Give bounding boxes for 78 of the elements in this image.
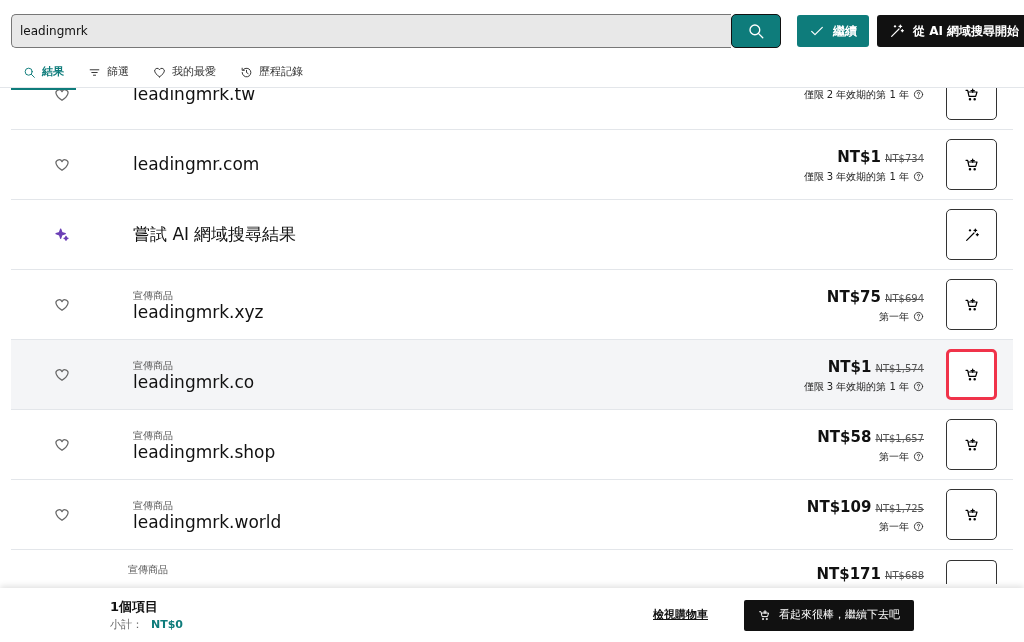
add-to-cart-button[interactable] xyxy=(946,139,997,190)
help-icon[interactable] xyxy=(913,381,924,392)
result-row[interactable]: 宣傳商品 leadingmrk.shop NT$58 NT$1,657 第一年 xyxy=(11,410,1013,480)
add-to-cart-button[interactable] xyxy=(946,279,997,330)
promo-label: 宣傳商品 xyxy=(133,358,174,373)
add-to-cart-button[interactable] xyxy=(946,419,997,470)
domain-name: leadingmrk.shop xyxy=(133,442,277,462)
promo-label: 宣傳商品 xyxy=(133,498,174,513)
promo-label: 宣傳商品 xyxy=(128,563,169,577)
heart-icon[interactable] xyxy=(54,156,70,173)
add-to-cart-button[interactable] xyxy=(946,489,997,540)
domain-name: leadingmr.com xyxy=(133,155,261,174)
price-term: 第一年 xyxy=(879,450,909,464)
price: NT$75 xyxy=(826,288,881,306)
price: NT$1 xyxy=(837,148,881,166)
search-icon xyxy=(747,22,765,40)
search-button[interactable] xyxy=(731,14,781,48)
original-price: NT$688 xyxy=(884,570,924,581)
domain-name: leadingmrk.tw xyxy=(133,88,257,104)
cart-icon xyxy=(963,296,980,313)
original-price: NT$1,725 xyxy=(875,503,924,514)
domain-name: leadingmrk.co xyxy=(133,372,256,392)
domain-name: leadingmrk.xyz xyxy=(133,302,265,322)
cart-icon xyxy=(963,436,980,453)
heart-icon[interactable] xyxy=(54,296,70,313)
wand-icon xyxy=(963,226,980,243)
sparkle-icon xyxy=(54,226,70,243)
price-term: 僅限 3 年效期的第 1 年 xyxy=(803,380,909,394)
price-term: 僅限 3 年效期的第 1 年 xyxy=(803,170,909,184)
price: NT$109 xyxy=(806,498,872,516)
help-icon[interactable] xyxy=(913,89,924,100)
domain-name: leadingmrk.world xyxy=(133,512,283,532)
help-icon[interactable] xyxy=(913,311,924,322)
ai-suggestion-label: 嘗試 AI 網域搜尋結果 xyxy=(133,222,298,246)
cart-icon xyxy=(963,88,980,103)
promo-label: 宣傳商品 xyxy=(133,288,174,303)
ai-search-button[interactable] xyxy=(946,209,997,260)
result-row[interactable]: leadingmr.com NT$1 NT$734 僅限 3 年效期的第 1 年 xyxy=(11,130,1013,200)
search-icon xyxy=(23,65,36,79)
cart-icon xyxy=(963,506,980,523)
search-field[interactable]: leadingmrk xyxy=(11,14,731,48)
tab[interactable]: 結果 xyxy=(11,58,76,90)
result-row[interactable]: leadingmrk.tw 僅限 2 年效期的第 1 年 xyxy=(11,88,1013,130)
heart-icon[interactable] xyxy=(54,506,70,523)
heart-icon xyxy=(153,65,166,79)
ai-search-button[interactable]: 從 AI 網域搜尋開始 xyxy=(877,15,1024,47)
item-count: 1個項目 xyxy=(110,598,160,616)
price-term: 第一年 xyxy=(879,310,909,324)
original-price: NT$694 xyxy=(884,293,924,304)
wand-icon xyxy=(889,23,905,39)
cart-icon xyxy=(963,366,980,383)
cart-icon xyxy=(963,156,980,173)
original-price: NT$734 xyxy=(884,153,924,164)
help-icon[interactable] xyxy=(913,171,924,182)
result-row[interactable]: 宣傳商品 leadingmrk.world NT$109 NT$1,725 第一年 xyxy=(11,480,1013,550)
price: NT$171 xyxy=(816,565,881,583)
subtotal-value: NT$0 xyxy=(151,616,184,633)
original-price: NT$1,574 xyxy=(875,363,924,374)
subtotal-label: 小計： xyxy=(110,616,143,633)
history-icon xyxy=(240,65,253,79)
help-icon[interactable] xyxy=(913,451,924,462)
view-cart-link[interactable]: 檢視購物車 xyxy=(653,606,708,624)
heart-icon[interactable] xyxy=(54,366,70,383)
result-row[interactable]: 宣傳商品 NT$171 NT$688 xyxy=(11,550,1013,586)
checkout-button[interactable]: 看起來很棒，繼續下去吧 xyxy=(744,599,914,631)
continue-button[interactable]: 繼續 xyxy=(797,15,869,47)
cart-icon xyxy=(758,608,771,622)
price: NT$58 xyxy=(817,428,872,446)
help-icon[interactable] xyxy=(913,521,924,532)
promo-label: 宣傳商品 xyxy=(133,428,174,443)
original-price: NT$1,657 xyxy=(875,433,924,444)
heart-icon[interactable] xyxy=(54,436,70,453)
price: NT$1 xyxy=(827,358,872,376)
add-to-cart-button[interactable] xyxy=(946,560,997,584)
price-term: 僅限 2 年效期的第 1 年 xyxy=(803,88,909,102)
result-row[interactable]: 宣傳商品 leadingmrk.co NT$1 NT$1,574 僅限 3 年效期的第 1 年 xyxy=(11,340,1013,410)
price-term: 第一年 xyxy=(879,520,909,534)
heart-icon[interactable] xyxy=(54,88,70,103)
